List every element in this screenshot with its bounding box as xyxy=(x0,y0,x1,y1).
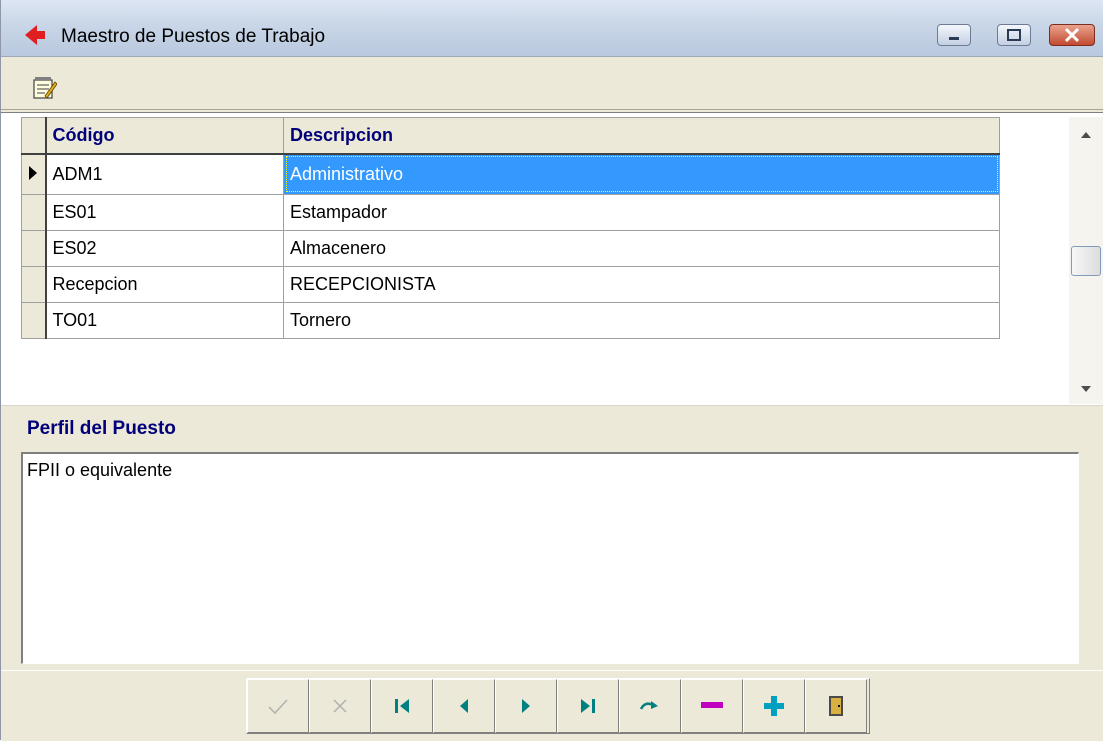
table-row[interactable]: TO01 Tornero xyxy=(21,301,1000,339)
cell-code[interactable]: ES02 xyxy=(45,229,284,267)
column-header-codigo[interactable]: Código xyxy=(45,117,284,155)
row-indicator[interactable] xyxy=(21,265,47,303)
scroll-down-arrow-icon[interactable] xyxy=(1081,386,1091,392)
indicator-header xyxy=(21,117,47,155)
edit-report-icon[interactable] xyxy=(31,76,57,100)
row-indicator[interactable] xyxy=(21,193,47,231)
cell-description[interactable]: Tornero xyxy=(283,301,1000,339)
cancel-button[interactable] xyxy=(309,679,371,733)
check-icon xyxy=(268,699,288,715)
app-arrow-icon xyxy=(25,25,45,45)
delete-record-button[interactable] xyxy=(681,679,743,733)
cell-code[interactable]: Recepcion xyxy=(45,265,284,303)
maximize-icon xyxy=(1007,29,1021,41)
refresh-icon xyxy=(639,701,658,710)
next-record-button[interactable] xyxy=(495,679,557,733)
puestos-grid: Código Descripcion ADM1 Administrativo E… xyxy=(21,117,1000,339)
minimize-button[interactable] xyxy=(937,24,971,46)
table-row[interactable]: ES01 Estampador xyxy=(21,193,1000,231)
last-icon xyxy=(581,699,595,713)
cell-description[interactable]: Estampador xyxy=(283,193,1000,231)
cell-code[interactable]: ADM1 xyxy=(45,153,284,195)
grid-header-row: Código Descripcion xyxy=(21,117,1000,155)
window-title: Maestro de Puestos de Trabajo xyxy=(61,26,326,47)
minimize-icon xyxy=(949,37,959,40)
prior-icon xyxy=(460,699,468,713)
scroll-up-arrow-icon[interactable] xyxy=(1081,132,1091,138)
main-window: Maestro de Puestos de Trabajo Código Des… xyxy=(0,0,1103,741)
column-header-descripcion[interactable]: Descripcion xyxy=(283,117,1000,155)
refresh-button[interactable] xyxy=(619,679,681,733)
table-row[interactable]: ES02 Almacenero xyxy=(21,229,1000,267)
cell-description[interactable]: Administrativo xyxy=(283,153,1000,195)
cell-description[interactable]: Almacenero xyxy=(283,229,1000,267)
first-record-button[interactable] xyxy=(371,679,433,733)
first-icon xyxy=(395,699,409,713)
scroll-thumb[interactable] xyxy=(1071,246,1101,276)
row-indicator[interactable] xyxy=(21,229,47,267)
insert-plus-icon xyxy=(764,696,784,716)
next-icon xyxy=(522,699,530,713)
table-row[interactable]: Recepcion RECEPCIONISTA xyxy=(21,265,1000,303)
last-record-button[interactable] xyxy=(557,679,619,733)
close-icon xyxy=(1064,27,1080,43)
exit-door-icon xyxy=(829,696,843,716)
cell-code[interactable]: ES01 xyxy=(45,193,284,231)
prior-record-button[interactable] xyxy=(433,679,495,733)
perfil-label: Perfil del Puesto xyxy=(27,418,176,439)
cancel-x-icon xyxy=(333,699,347,713)
row-indicator[interactable] xyxy=(21,301,47,339)
close-button[interactable] xyxy=(1049,24,1095,46)
title-bar[interactable]: Maestro de Puestos de Trabajo xyxy=(1,0,1103,57)
db-navigator xyxy=(246,678,870,734)
delete-minus-icon xyxy=(701,702,723,708)
perfil-memo-field[interactable]: FPII o equivalente xyxy=(21,452,1079,664)
insert-record-button[interactable] xyxy=(743,679,805,733)
maximize-button[interactable] xyxy=(997,24,1031,46)
cell-code[interactable]: TO01 xyxy=(45,301,284,339)
current-row-arrow-icon xyxy=(29,165,37,180)
row-indicator[interactable] xyxy=(21,153,47,195)
cell-description[interactable]: RECEPCIONISTA xyxy=(283,265,1000,303)
toolbar xyxy=(1,57,1103,110)
exit-button[interactable] xyxy=(805,679,867,733)
post-button[interactable] xyxy=(247,679,309,733)
table-row[interactable]: ADM1 Administrativo xyxy=(21,153,1000,195)
